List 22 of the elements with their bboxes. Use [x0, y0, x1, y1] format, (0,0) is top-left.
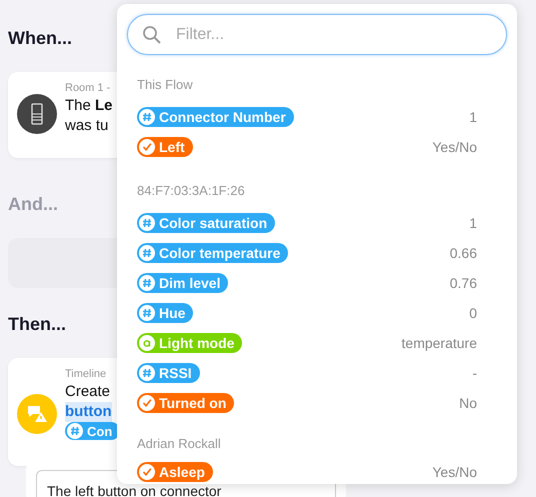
section-heading: Then...	[8, 314, 66, 336]
card-text: was tu	[65, 116, 108, 136]
card-subtitle: Timeline	[65, 368, 106, 380]
variable-value: 0.76	[450, 275, 477, 291]
variable-value: Yes/No	[432, 139, 477, 155]
card-text: Create	[65, 382, 110, 402]
variable-value: Yes/No	[432, 464, 477, 480]
variable-value: 0.66	[450, 245, 477, 261]
variable-value: No	[459, 395, 477, 411]
variable-value: 1	[469, 215, 477, 231]
group-title: Adrian Rockall	[137, 436, 222, 451]
variable-value: temperature	[402, 335, 477, 351]
group-title: 84:F7:03:3A:1F:26	[137, 183, 246, 198]
card-subtitle: Room 1 -	[65, 82, 110, 94]
variable-value: -	[472, 365, 477, 381]
card-text: The Le	[65, 96, 113, 116]
group-title: This Flow	[137, 77, 194, 92]
section-heading: And...	[8, 194, 58, 216]
section-heading: When...	[8, 28, 72, 50]
selected-text: button	[65, 402, 112, 422]
variable-value: 1	[469, 109, 477, 125]
variable-value: 0	[469, 305, 477, 321]
